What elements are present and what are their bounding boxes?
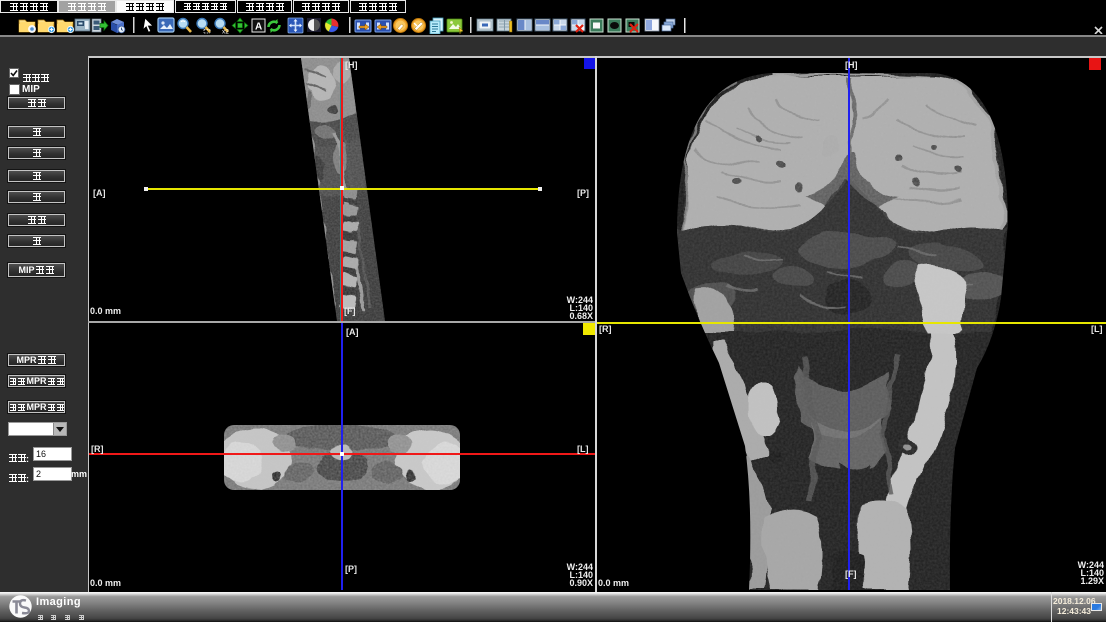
svg-text:x2: x2 [222, 29, 229, 35]
svg-text:A: A [255, 22, 262, 33]
